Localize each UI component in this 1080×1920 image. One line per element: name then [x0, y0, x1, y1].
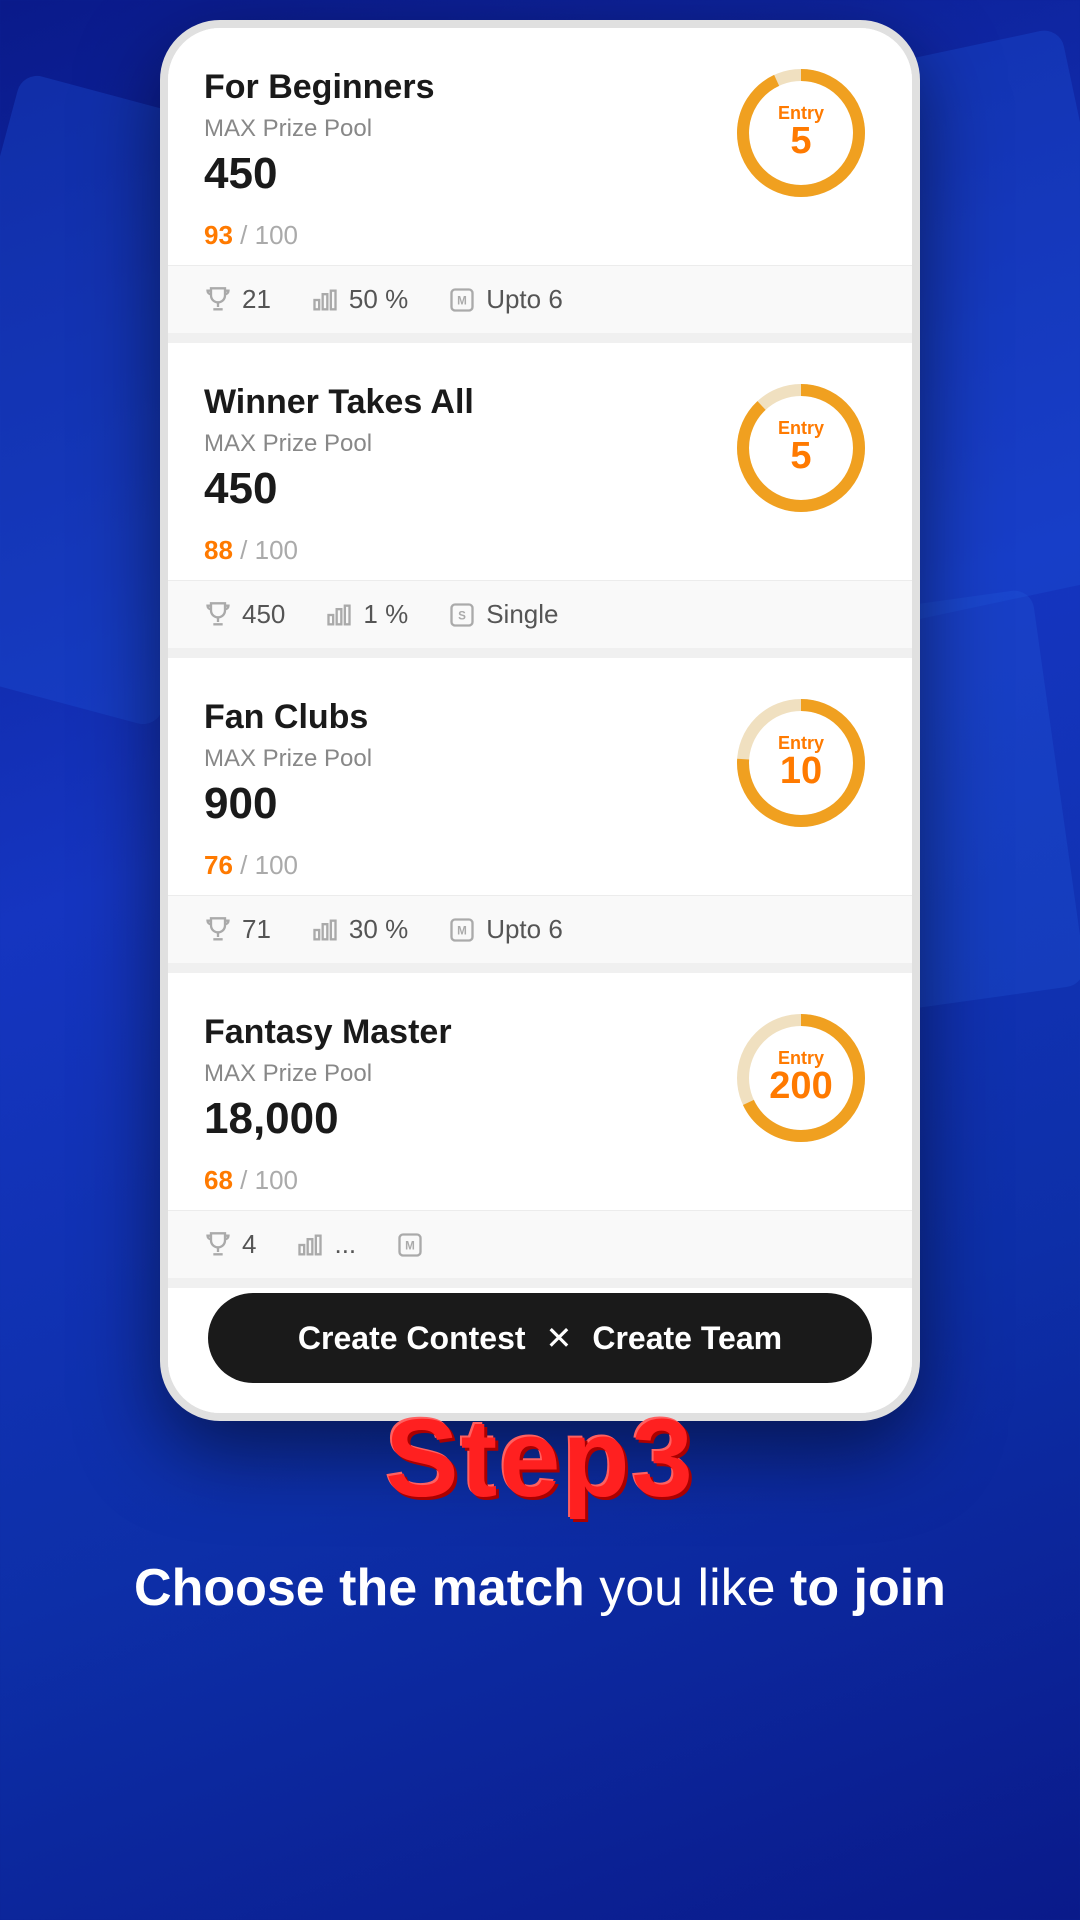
entry-donut: Entry 5 — [726, 373, 876, 523]
card-info: Winner Takes All MAX Prize Pool 450 — [204, 383, 474, 514]
stat-item: 71 — [204, 914, 271, 945]
card-title: For Beginners — [204, 68, 434, 107]
prize-label: MAX Prize Pool — [204, 430, 474, 458]
trophy-icon — [204, 601, 232, 629]
subtitle-bold-2: to join — [790, 1559, 946, 1617]
card-info: Fan Clubs MAX Prize Pool 900 — [204, 698, 372, 829]
bar-chart-icon — [325, 601, 353, 629]
prize-amount: 900 — [204, 779, 372, 829]
fill-total: / 100 — [240, 220, 298, 250]
stat-value: 21 — [242, 284, 271, 315]
entry-number: 5 — [778, 120, 824, 163]
fill-progress: 88 / 100 — [168, 533, 912, 580]
stat-item: M Upto 6 — [448, 284, 563, 315]
svg-text:M: M — [457, 294, 467, 307]
badge-s-icon: S — [448, 601, 476, 629]
prize-amount: 450 — [204, 149, 434, 199]
subtitle-bold-1: Choose the match — [134, 1559, 585, 1617]
prize-amount: 450 — [204, 464, 474, 514]
entry-donut: Entry 10 — [726, 688, 876, 838]
badge-m-icon: M — [448, 286, 476, 314]
bar-chart-icon — [311, 916, 339, 944]
svg-text:S: S — [458, 609, 466, 622]
svg-text:M: M — [457, 924, 467, 937]
stat-value: Single — [486, 599, 558, 630]
entry-number: 10 — [778, 750, 824, 793]
stat-item: M Upto 6 — [448, 914, 563, 945]
stat-item: S Single — [448, 599, 558, 630]
stat-value: 1 % — [363, 599, 408, 630]
stat-item: 21 — [204, 284, 271, 315]
stat-item: 50 % — [311, 284, 408, 315]
stat-value: 450 — [242, 599, 285, 630]
badge-m-icon: M — [448, 916, 476, 944]
prize-label: MAX Prize Pool — [204, 115, 434, 143]
contest-card-winner-takes-all[interactable]: Winner Takes All MAX Prize Pool 450 Entr… — [168, 343, 912, 658]
card-title: Winner Takes All — [204, 383, 474, 422]
prize-label: MAX Prize Pool — [204, 1060, 452, 1088]
stat-item: 450 — [204, 599, 285, 630]
card-stats: 71 30 % M Upto 6 — [168, 895, 912, 963]
trophy-icon — [204, 286, 232, 314]
entry-number: 5 — [778, 435, 824, 478]
stat-value: Upto 6 — [486, 284, 563, 315]
stat-value: Upto 6 — [486, 914, 563, 945]
contest-card-fan-clubs[interactable]: Fan Clubs MAX Prize Pool 900 Entry 10 76… — [168, 658, 912, 973]
fill-total: / 100 — [240, 535, 298, 565]
prize-label: MAX Prize Pool — [204, 745, 372, 773]
step-title: Step3 — [385, 1395, 695, 1522]
fill-progress: 93 / 100 — [168, 218, 912, 265]
stat-value: 30 % — [349, 914, 408, 945]
card-stats: 450 1 % S Single — [168, 580, 912, 648]
entry-donut: Entry 5 — [726, 58, 876, 208]
stat-value: 50 % — [349, 284, 408, 315]
subtitle-normal: you like — [585, 1559, 790, 1617]
card-title: Fan Clubs — [204, 698, 372, 737]
contest-card-beginners[interactable]: For Beginners MAX Prize Pool 450 Entry 5… — [168, 28, 912, 343]
trophy-icon — [204, 916, 232, 944]
stat-item: 1 % — [325, 599, 408, 630]
stat-value: 71 — [242, 914, 271, 945]
contest-list: For Beginners MAX Prize Pool 450 Entry 5… — [168, 28, 912, 1288]
fill-total: / 100 — [240, 850, 298, 880]
card-title: Fantasy Master — [204, 1013, 452, 1052]
stat-item: 30 % — [311, 914, 408, 945]
card-stats: 21 50 % M Upto 6 — [168, 265, 912, 333]
fill-progress: 76 / 100 — [168, 848, 912, 895]
step-section: Step3 Choose the match you like to join — [0, 1100, 1080, 1920]
bar-chart-icon — [311, 286, 339, 314]
card-info: For Beginners MAX Prize Pool 450 — [204, 68, 434, 199]
step-subtitle: Choose the match you like to join — [134, 1552, 946, 1625]
